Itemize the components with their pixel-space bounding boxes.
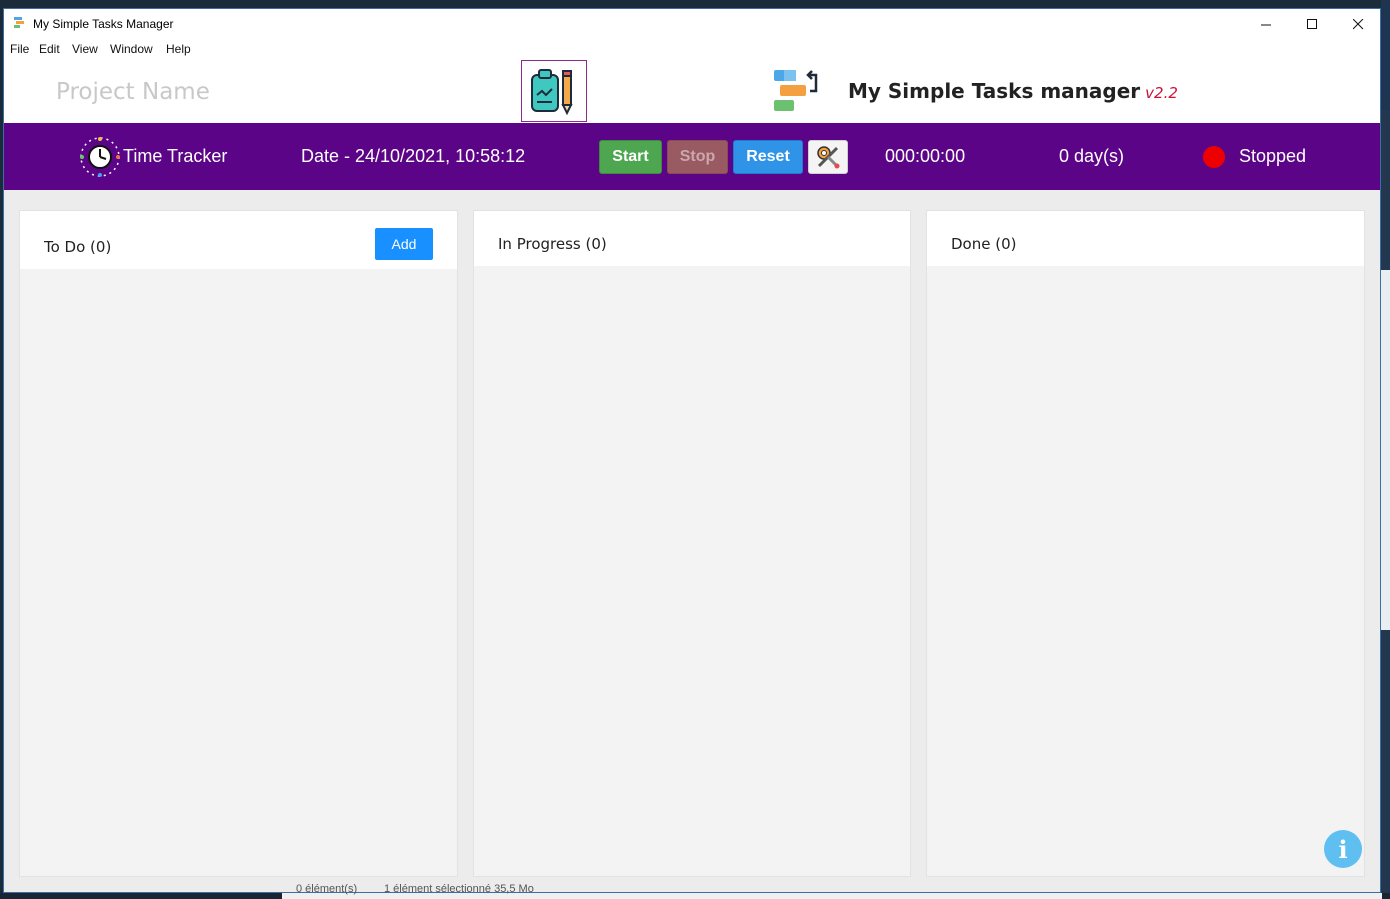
app-brand-title: My Simple Tasks manager v2.2 (848, 79, 1178, 103)
title-bar: My Simple Tasks Manager (4, 9, 1380, 39)
desktop-background (1381, 0, 1390, 899)
taskbar-right-text: 1 élément sélectionné 35,5 Mo (384, 883, 534, 895)
project-name-field[interactable]: Project Name (56, 79, 210, 105)
clipboard-logo-button[interactable] (521, 60, 587, 122)
app-window: My Simple Tasks Manager File Edit View W… (3, 8, 1381, 893)
clock-icon (80, 137, 120, 177)
days-counter: 0 day(s) (1059, 146, 1125, 166)
app-header: Project Name My Simple Tasks manager v2.2 (4, 59, 1380, 123)
column-header: To Do (0) Add (20, 211, 457, 269)
current-date: Date - 24/10/2021, 10:58:12 (301, 146, 526, 166)
maximize-button[interactable] (1289, 9, 1335, 39)
column-title-in-progress: In Progress (0) (498, 235, 607, 253)
column-in-progress: In Progress (0) (473, 210, 911, 877)
taskbar-strip: 0 élément(s) 1 élément sélectionné 35,5 … (0, 883, 1390, 899)
close-icon (1352, 18, 1363, 29)
brand-version: v2.2 (1145, 84, 1178, 102)
window-title: My Simple Tasks Manager (33, 17, 174, 31)
brand-title-text: My Simple Tasks manager (848, 79, 1141, 103)
close-button[interactable] (1335, 9, 1380, 39)
column-title-todo: To Do (0) (44, 238, 112, 256)
maximize-icon (1306, 18, 1317, 29)
menu-edit[interactable]: Edit (39, 42, 60, 56)
tasks-logo-icon (774, 70, 818, 111)
kanban-board: To Do (0) Add In Progress (0) Done (0) (4, 190, 1380, 892)
menu-bar: File Edit View Window Help (4, 39, 1380, 59)
start-button[interactable]: Start (599, 140, 662, 174)
column-header: Done (0) (927, 211, 1364, 266)
column-done: Done (0) (926, 210, 1365, 877)
status-text: Stopped (1239, 146, 1307, 166)
menu-window[interactable]: Window (110, 42, 153, 56)
status-indicator-icon (1203, 146, 1225, 168)
menu-file[interactable]: File (10, 42, 29, 56)
reset-button[interactable]: Reset (733, 140, 803, 174)
add-task-button[interactable]: Add (375, 228, 433, 260)
column-todo: To Do (0) Add (19, 210, 458, 877)
time-tracker-label: Time Tracker (123, 146, 228, 166)
stop-button[interactable]: Stop (667, 140, 728, 174)
info-icon: i (1338, 834, 1348, 864)
settings-button[interactable] (808, 140, 848, 174)
elapsed-timer: 000:00:00 (885, 146, 966, 166)
minimize-icon (1260, 24, 1271, 25)
minimize-button[interactable] (1243, 9, 1289, 39)
tools-icon (817, 146, 840, 169)
clipboard-icon (531, 69, 573, 116)
column-title-done: Done (0) (951, 235, 1017, 253)
menu-help[interactable]: Help (166, 42, 191, 56)
app-icon (14, 17, 24, 28)
info-button[interactable]: i (1324, 830, 1362, 868)
taskbar-left-text: 0 élément(s) (296, 883, 358, 895)
menu-view[interactable]: View (72, 42, 98, 56)
column-header: In Progress (0) (474, 211, 910, 266)
time-tracker-bar: Time Tracker Date - 24/10/2021, 10:58:12… (4, 123, 1380, 190)
